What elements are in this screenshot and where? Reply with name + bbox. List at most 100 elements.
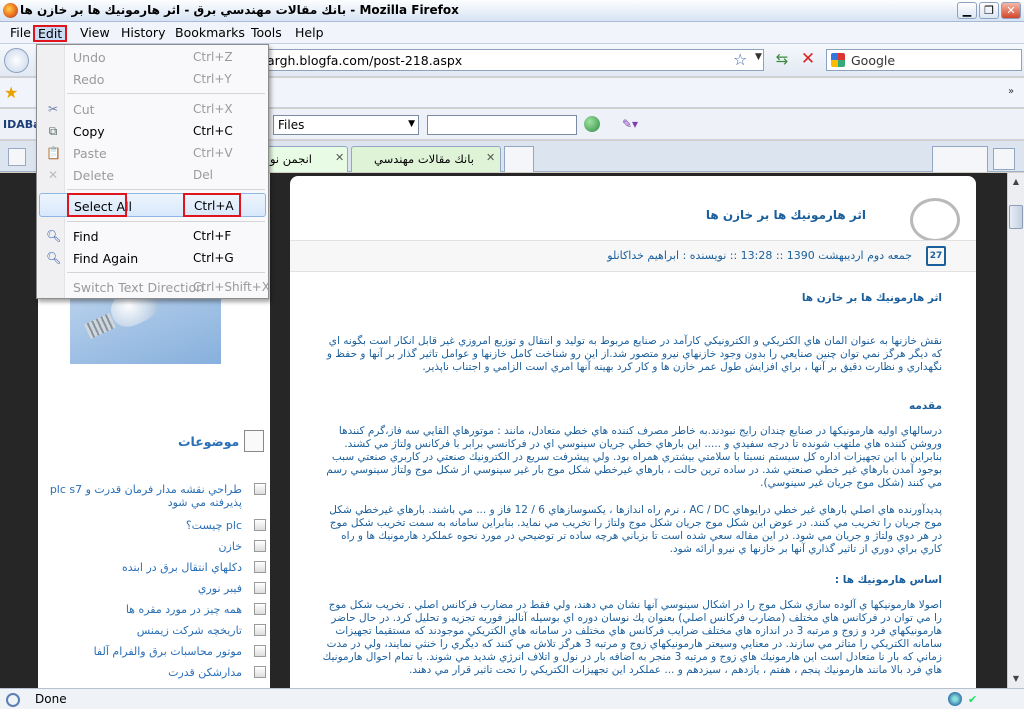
article-paragraph: اصولا هارمونيكها ي آلوده سازي شكل موج را…: [322, 599, 942, 676]
tab-list-button[interactable]: [993, 148, 1015, 170]
chevron-down-icon: ▼: [408, 119, 415, 129]
menu-separator: [67, 93, 265, 94]
tab-close-icon[interactable]: ✕: [486, 151, 495, 164]
stop-button[interactable]: ✕: [798, 49, 818, 69]
url-dropdown-icon[interactable]: ▼: [755, 52, 762, 62]
menu-file[interactable]: File: [7, 25, 34, 42]
menu-separator: [67, 189, 265, 190]
menu-separator: [67, 272, 265, 273]
copy-icon: ⧉: [48, 124, 58, 138]
files-select[interactable]: Files ▼: [273, 115, 419, 135]
files-select-value: Files: [278, 118, 305, 132]
sidebar-item[interactable]: همه چيز در مورد مقره ها: [48, 603, 266, 624]
menu-bookmarks[interactable]: Bookmarks: [172, 25, 248, 42]
bookmark-star-icon[interactable]: ☆: [733, 50, 747, 69]
scroll-thumb[interactable]: [1009, 205, 1023, 229]
menu-item-find[interactable]: 🔍︎ Find Ctrl+F: [38, 225, 267, 247]
close-button[interactable]: ✕: [1001, 2, 1021, 19]
menu-item-switch-text-direction[interactable]: Switch Text Direction Ctrl+Shift+X: [38, 276, 270, 298]
ida-search-go-icon[interactable]: [584, 116, 600, 132]
article-paragraph: پديدآورنده هاي اصلي بارهاي غير خطي درايو…: [329, 504, 942, 555]
document-icon: [244, 430, 264, 452]
title-bar: بانك مقالات مهندسي برق - اثر هارمونيك ها…: [0, 0, 1024, 22]
document-icon: [254, 540, 266, 552]
sidebar-item[interactable]: فيبر نوري: [48, 582, 266, 603]
status-text: Done: [35, 692, 67, 706]
url-bar[interactable]: argh.blogfa.com/post-218.aspx: [260, 49, 764, 71]
paste-icon: 📋: [46, 146, 61, 160]
firefox-icon: [3, 3, 18, 18]
bookmarks-overflow-icon[interactable]: »: [1008, 86, 1014, 97]
menu-item-cut[interactable]: ✂ Cut Ctrl+X: [38, 98, 267, 120]
scroll-down-icon[interactable]: ▼: [1008, 670, 1024, 687]
calendar-icon: 27: [926, 246, 946, 266]
article-paragraph: نقش خازنها به عنوان المان هاي الكتريكي و…: [326, 335, 942, 373]
sidebar-item[interactable]: خازن: [48, 540, 266, 561]
magnifier-icon: 🔍︎: [46, 229, 62, 243]
post-body: اثر هارمونيك ها بر خازن ها نقش خازنها به…: [322, 292, 942, 688]
network-icon[interactable]: [948, 692, 962, 706]
menu-view[interactable]: View: [77, 25, 113, 42]
bulb-base: [83, 312, 117, 340]
tab-scroll-area: [932, 146, 988, 172]
window-title: بانك مقالات مهندسي برق - اثر هارمونيك ها…: [20, 3, 459, 17]
menu-item-redo[interactable]: Redo Ctrl+Y: [38, 68, 267, 90]
tab-list-icon[interactable]: [8, 148, 26, 166]
document-icon: [254, 519, 266, 531]
search-engine-label: Google: [851, 53, 896, 68]
highlight-select-all-label: [67, 193, 127, 217]
sidebar-item[interactable]: موتور محاسبات برق والفرام آلفا: [48, 645, 266, 666]
sidebar-item[interactable]: مدارشكن قدرت: [48, 666, 266, 687]
menu-help[interactable]: Help: [292, 25, 327, 42]
minimize-button[interactable]: ▁: [957, 2, 977, 19]
magnifier-icon: 🔍︎: [46, 251, 62, 265]
back-button[interactable]: [4, 48, 29, 73]
reload-button[interactable]: ⇆: [771, 50, 793, 70]
highlight-select-all-shortcut: [183, 193, 241, 217]
ida-search-input[interactable]: [427, 115, 577, 135]
google-icon: [831, 53, 845, 67]
post-meta: جمعه دوم ارديبهشت 1390 :: 13:28 :: نويسن…: [607, 249, 912, 262]
document-icon: [254, 483, 266, 495]
pen-dropdown-icon[interactable]: ✎▾: [622, 117, 638, 131]
menu-item-copy[interactable]: ⧉ Copy Ctrl+C: [38, 120, 267, 142]
sidebar-item[interactable]: دكلهاي انتقال برق در ابنده: [48, 561, 266, 582]
post-panel: اثر هارمونيك ها بر خازن ها جمعه دوم اردي…: [290, 176, 976, 688]
sidebar-item[interactable]: plc چيست؟: [48, 519, 266, 540]
document-icon: [254, 561, 266, 573]
document-icon: [254, 582, 266, 594]
post-title[interactable]: اثر هارمونيك ها بر خازن ها: [706, 208, 866, 222]
edit-menu: Undo Ctrl+Z Redo Ctrl+Y ✂ Cut Ctrl+X ⧉ C…: [36, 44, 270, 299]
menu-item-delete[interactable]: ✕ Delete Del: [38, 164, 267, 186]
article-heading: مقدمه: [909, 400, 942, 412]
menu-item-paste[interactable]: 📋 Paste Ctrl+V: [38, 142, 267, 164]
status-icon: [6, 693, 20, 707]
menu-history[interactable]: History: [118, 25, 168, 42]
tab-close-icon[interactable]: ✕: [335, 151, 344, 164]
menu-item-undo[interactable]: Undo Ctrl+Z: [38, 46, 267, 68]
url-text: argh.blogfa.com/post-218.aspx: [267, 53, 463, 68]
scroll-up-icon[interactable]: ▲: [1008, 173, 1024, 190]
sidebar-item[interactable]: تاريخچه شركت زيمنس: [48, 624, 266, 645]
menu-tools[interactable]: Tools: [248, 25, 285, 42]
document-icon: [254, 645, 266, 657]
menu-separator: [67, 221, 265, 222]
vertical-scrollbar[interactable]: ▲ ▼: [1007, 173, 1024, 688]
scissors-icon: ✂: [47, 102, 59, 116]
new-tab-button[interactable]: [504, 146, 534, 172]
document-icon: [254, 603, 266, 615]
menu-edit[interactable]: Edit: [33, 25, 68, 42]
restore-button[interactable]: ❐: [979, 2, 999, 19]
bookmarks-star-icon[interactable]: ★: [4, 83, 18, 102]
tab-label: بانك مقالات مهندسي: [374, 152, 474, 166]
tab-article-bank[interactable]: بانك مقالات مهندسي ✕: [351, 146, 501, 172]
menu-item-find-again[interactable]: 🔍︎ Find Again Ctrl+G: [38, 247, 267, 269]
addon-icon[interactable]: ✔: [968, 693, 977, 706]
search-box[interactable]: Google: [826, 49, 1022, 71]
sidebar-list: طراحي نقشه مدار فرمان قدرت و plc s7 پذير…: [48, 483, 266, 687]
status-bar: Done ✔: [0, 688, 1024, 709]
article-paragraph: درسالهاي اوليه هارمونيكها در صنايع چندان…: [326, 425, 942, 489]
article-heading: اساس هارمونيك ها :: [834, 574, 942, 586]
sidebar-item[interactable]: طراحي نقشه مدار فرمان قدرت و plc s7 پذير…: [48, 483, 266, 519]
delete-icon: ✕: [47, 168, 59, 182]
